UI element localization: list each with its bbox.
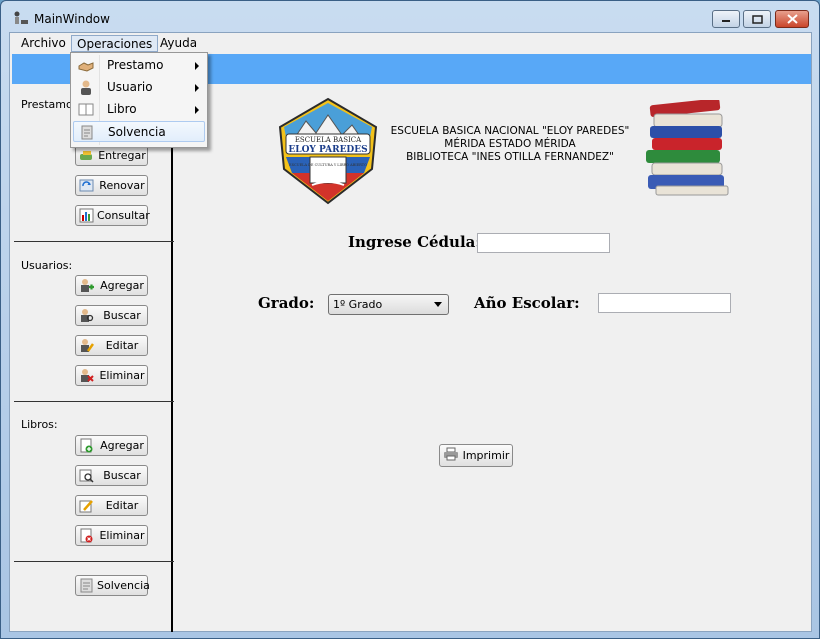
libros-section-label: Libros: xyxy=(21,418,58,431)
title-bar[interactable]: MainWindow xyxy=(1,1,819,31)
libros-editar-button[interactable]: Editar xyxy=(75,495,148,516)
libros-agregar-button[interactable]: Agregar xyxy=(75,435,148,456)
edit-book-icon xyxy=(79,498,94,513)
solvencia-button[interactable]: Solvencia xyxy=(75,575,150,596)
submenu-arrow-icon xyxy=(195,62,199,70)
cedula-label: Ingrese Cédula: xyxy=(348,233,481,251)
header-line-2: MÉRIDA ESTADO MÉRIDA xyxy=(444,138,576,150)
menu-bar: Archivo Operaciones Ayuda xyxy=(10,33,811,53)
libros-editar-label: Editar xyxy=(105,499,139,512)
delete-book-icon xyxy=(79,528,94,543)
handshake-icon xyxy=(78,58,94,73)
usuarios-buscar-label: Buscar xyxy=(103,309,141,322)
grado-select[interactable]: 1º Grado xyxy=(328,294,449,315)
menu-item-libro-label: Libro xyxy=(107,102,137,116)
crest-book-text: ESCUELA DE CULTURA Y LIBRO ABIERTO xyxy=(289,163,367,167)
window-title: MainWindow xyxy=(34,12,110,26)
usuarios-eliminar-label: Eliminar xyxy=(99,369,145,382)
operaciones-dropdown-menu: Prestamo Usuario Libro Solvencia xyxy=(70,52,208,148)
libros-eliminar-button[interactable]: Eliminar xyxy=(75,525,148,546)
menu-ayuda[interactable]: Ayuda xyxy=(155,35,202,52)
usuarios-agregar-button[interactable]: Agregar xyxy=(75,275,148,296)
crest-name-text: ELOY PAREDES xyxy=(288,145,367,155)
libros-buscar-button[interactable]: Buscar xyxy=(75,465,148,486)
printer-icon xyxy=(443,447,459,464)
imprimir-label: Imprimir xyxy=(462,449,510,462)
libros-eliminar-label: Eliminar xyxy=(99,529,145,542)
divider xyxy=(14,561,174,562)
document-icon xyxy=(79,125,95,140)
book-icon xyxy=(78,102,94,117)
main-window: MainWindow Archivo Operaciones Ayuda Pre… xyxy=(0,0,820,639)
menu-item-solvencia[interactable]: Solvencia xyxy=(73,121,205,142)
header-line-3: BIBLIOTECA "INES OTILLA FERNANDEZ" xyxy=(406,151,614,163)
consultar-button[interactable]: Consultar xyxy=(75,205,150,226)
entregar-label: Entregar xyxy=(98,149,146,162)
usuarios-editar-button[interactable]: Editar xyxy=(75,335,148,356)
cedula-input[interactable] xyxy=(477,233,610,253)
header-line-1: ESCUELA BASICA NACIONAL "ELOY PAREDES" xyxy=(390,125,630,137)
usuarios-section-label: Usuarios: xyxy=(21,259,73,272)
sidebar: Prestamo: Entregar Renovar Consultar Usu… xyxy=(12,84,174,632)
search-book-icon xyxy=(79,468,94,483)
menu-item-libro[interactable]: Libro xyxy=(73,99,205,120)
usuarios-buscar-button[interactable]: Buscar xyxy=(75,305,148,326)
search-user-icon xyxy=(79,308,94,323)
deliver-book-icon xyxy=(79,148,94,163)
crest-top-text: ESCUELA BASICA xyxy=(295,136,362,144)
menu-operaciones[interactable]: Operaciones xyxy=(71,35,159,52)
menu-item-solvencia-label: Solvencia xyxy=(108,125,166,139)
minimize-button[interactable] xyxy=(712,10,740,28)
renovar-button[interactable]: Renovar xyxy=(75,175,148,196)
divider xyxy=(14,241,174,242)
add-book-icon xyxy=(79,438,94,453)
document-icon xyxy=(79,578,94,593)
edit-user-icon xyxy=(79,338,95,353)
submenu-arrow-icon xyxy=(195,106,199,114)
usuarios-eliminar-button[interactable]: Eliminar xyxy=(75,365,148,386)
submenu-arrow-icon xyxy=(195,84,199,92)
anio-escolar-label: Año Escolar: xyxy=(474,294,580,312)
chevron-down-icon xyxy=(434,302,442,307)
anio-escolar-input[interactable] xyxy=(598,293,731,313)
consultar-label: Consultar xyxy=(97,209,150,222)
menu-item-usuario[interactable]: Usuario xyxy=(73,77,205,98)
school-header: ESCUELA BASICA NACIONAL "ELOY PAREDES" M… xyxy=(380,125,640,164)
chart-icon xyxy=(79,208,94,223)
books-stack-image xyxy=(642,98,734,196)
renew-icon xyxy=(79,178,94,193)
menu-item-prestamo[interactable]: Prestamo xyxy=(73,55,205,76)
app-icon xyxy=(13,11,29,25)
prestamo-section-label: Prestamo: xyxy=(21,98,77,111)
close-button[interactable] xyxy=(775,10,809,28)
grado-selected-value: 1º Grado xyxy=(333,298,383,311)
client-area: Archivo Operaciones Ayuda Prestamo: Entr… xyxy=(9,32,812,632)
menu-item-prestamo-label: Prestamo xyxy=(107,58,164,72)
menu-archivo[interactable]: Archivo xyxy=(16,35,71,52)
usuarios-editar-label: Editar xyxy=(105,339,139,352)
maximize-button[interactable] xyxy=(743,10,771,28)
usuarios-agregar-label: Agregar xyxy=(100,279,144,292)
divider xyxy=(14,401,174,402)
libros-buscar-label: Buscar xyxy=(103,469,141,482)
renovar-label: Renovar xyxy=(99,179,145,192)
add-user-icon xyxy=(79,278,94,293)
school-crest-logo: ESCUELA BASICA ELOY PAREDES ESCUELA DE C… xyxy=(276,97,380,205)
entregar-button[interactable]: Entregar xyxy=(75,145,148,166)
user-icon xyxy=(78,80,94,95)
libros-agregar-label: Agregar xyxy=(100,439,144,452)
delete-user-icon xyxy=(79,368,94,383)
menu-item-usuario-label: Usuario xyxy=(107,80,153,94)
grado-label: Grado: xyxy=(258,294,315,312)
imprimir-button[interactable]: Imprimir xyxy=(439,444,513,467)
solvencia-label: Solvencia xyxy=(97,579,150,592)
